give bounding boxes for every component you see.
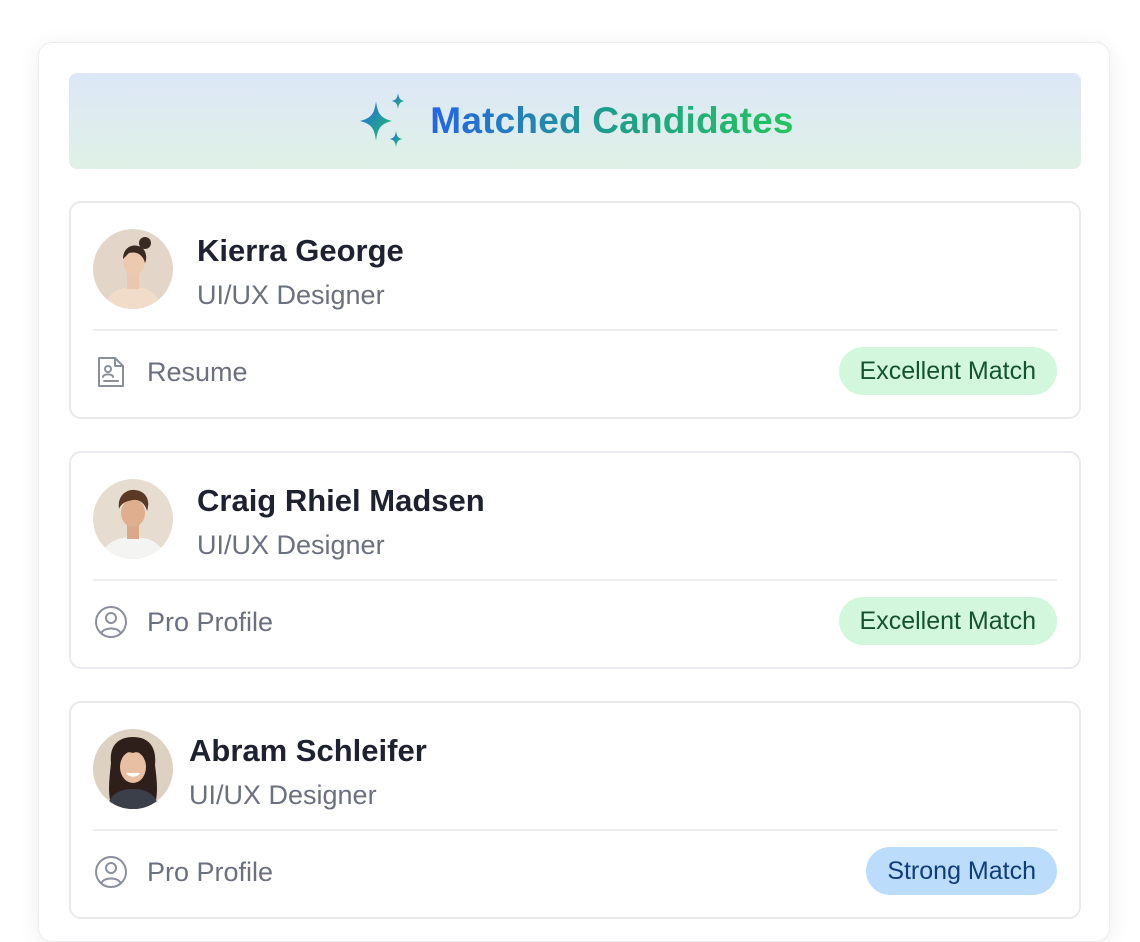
panel-title: Matched Candidates bbox=[430, 99, 794, 141]
sparkle-icon bbox=[356, 91, 408, 151]
matched-candidates-panel: Matched Candidates Kierra George UI/UX D… bbox=[38, 42, 1110, 942]
match-badge: Strong Match bbox=[866, 847, 1057, 895]
candidate-card[interactable]: Craig Rhiel Madsen UI/UX Designer Pro Pr… bbox=[69, 451, 1081, 669]
candidate-role: UI/UX Designer bbox=[189, 780, 377, 810]
candidate-name: Abram Schleifer bbox=[189, 733, 427, 768]
user-circle-icon bbox=[93, 854, 129, 890]
avatar[interactable] bbox=[93, 229, 173, 309]
link-label: Resume bbox=[147, 356, 248, 387]
candidate-card[interactable]: Abram Schleifer UI/UX Designer Pro Profi… bbox=[69, 701, 1081, 919]
divider bbox=[93, 579, 1057, 581]
match-badge: Excellent Match bbox=[838, 597, 1057, 645]
panel-header: Matched Candidates bbox=[69, 73, 1081, 169]
candidate-card[interactable]: Kierra George UI/UX Designer Resume Exce… bbox=[69, 201, 1081, 419]
candidate-role: UI/UX Designer bbox=[197, 530, 385, 560]
divider bbox=[93, 329, 1057, 331]
candidate-role: UI/UX Designer bbox=[197, 280, 385, 310]
match-badge: Excellent Match bbox=[838, 347, 1057, 395]
divider bbox=[93, 829, 1057, 831]
pro-profile-link[interactable]: Pro Profile bbox=[93, 849, 273, 895]
resume-link[interactable]: Resume bbox=[93, 349, 248, 395]
pro-profile-link[interactable]: Pro Profile bbox=[93, 599, 273, 645]
avatar[interactable] bbox=[93, 479, 173, 559]
user-circle-icon bbox=[93, 604, 129, 640]
link-label: Pro Profile bbox=[147, 606, 274, 637]
resume-document-icon bbox=[93, 354, 129, 390]
candidate-name: Craig Rhiel Madsen bbox=[197, 483, 485, 518]
avatar[interactable] bbox=[93, 729, 173, 809]
candidate-name: Kierra George bbox=[197, 233, 404, 268]
link-label: Pro Profile bbox=[147, 856, 274, 887]
